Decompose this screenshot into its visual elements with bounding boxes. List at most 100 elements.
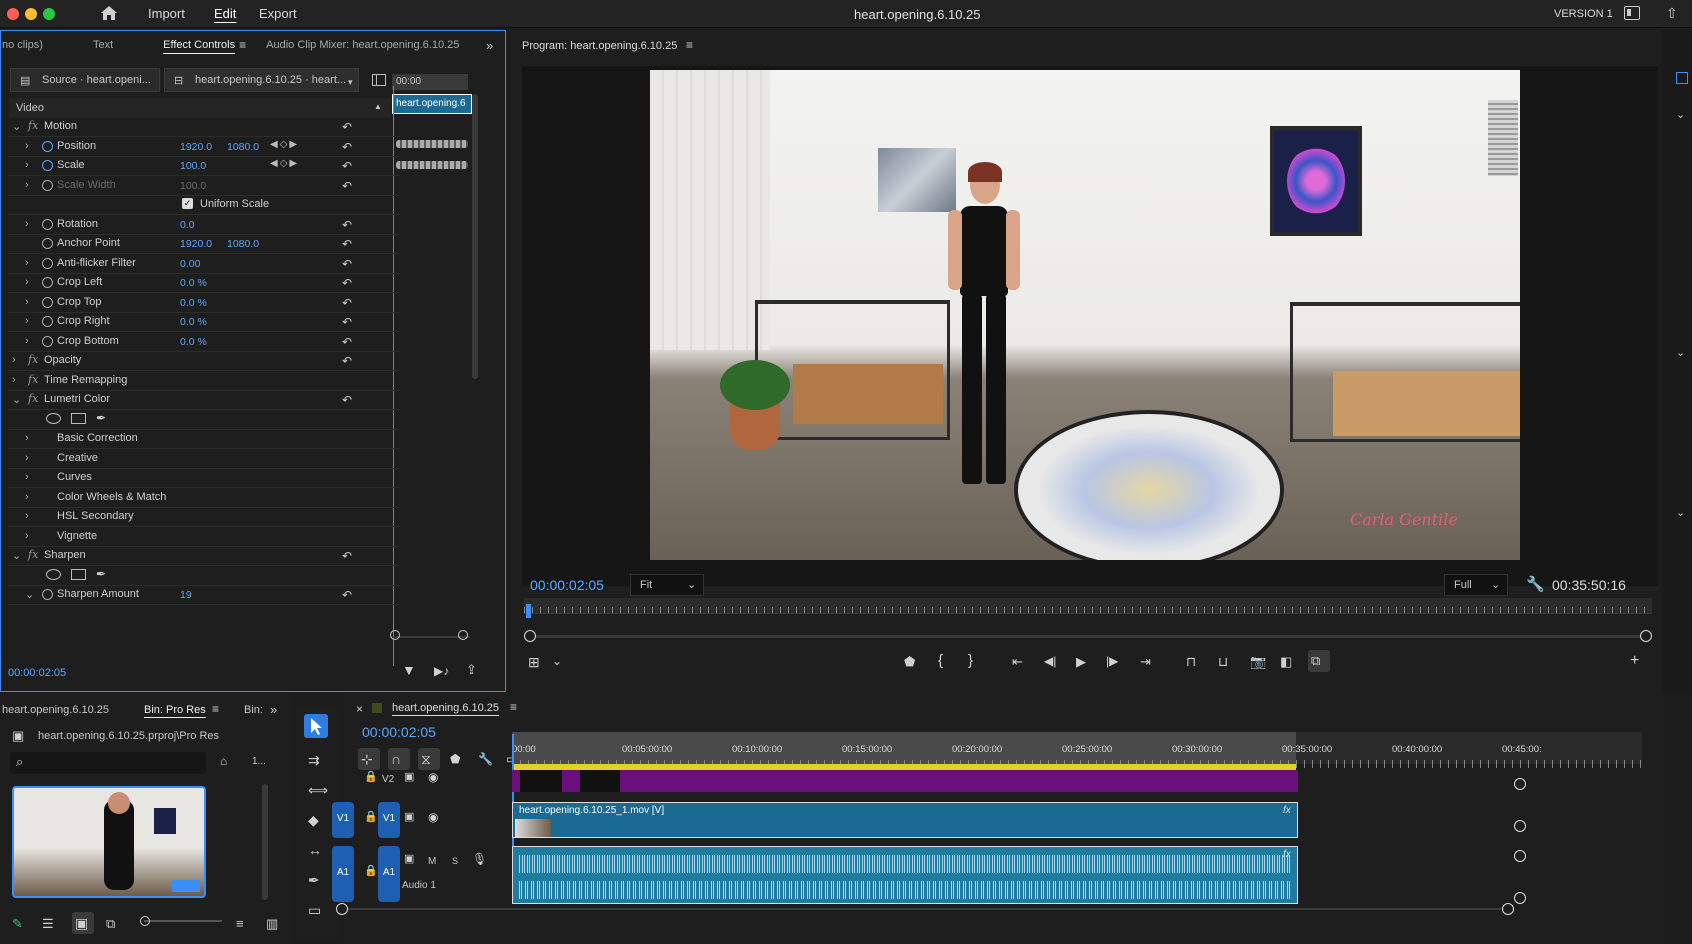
version-label[interactable]: VERSION 1 [1554,8,1613,20]
property-row[interactable]: ⌄ Sharpen Amount 19 ↶ [8,584,400,605]
a1-clip[interactable]: fx [512,846,1298,904]
position-keyframe-lane[interactable] [396,140,468,148]
lift-icon[interactable]: ⊓ [1186,654,1196,670]
tab-audio-clip-mixer[interactable]: Audio Clip Mixer: heart.opening.6.10.25 [246,39,469,51]
property-row[interactable]: › Crop Bottom 0.0 % ↶ [8,331,400,352]
a1-sync-icon[interactable]: ▣ [404,852,414,865]
fit-dropdown[interactable]: Fit ⌄ [630,574,704,596]
property-row[interactable]: ✒ [8,409,400,430]
property-value[interactable]: 0.0 % [180,316,207,328]
chevron-down-icon[interactable]: ⌄ [1676,346,1685,359]
workspace-icon[interactable] [1676,72,1688,84]
nest-toggle[interactable]: ⊹ [358,748,380,770]
v2-sync-icon[interactable]: ▣ [404,770,414,783]
selection-tool[interactable] [304,714,328,738]
property-value[interactable]: 1920.0 [180,141,212,153]
solo-button[interactable]: S [452,856,458,866]
stopwatch-icon[interactable] [42,160,53,171]
chevron-right-icon[interactable]: › [12,354,16,366]
ellipse-mask-icon[interactable] [46,568,61,580]
stopwatch-icon[interactable] [42,316,53,327]
v1-track-target[interactable]: V1 [378,802,400,838]
reset-icon[interactable]: ↶ [342,159,352,173]
video-frame[interactable]: Carla Gentile [650,70,1520,560]
uniform-scale-checkbox[interactable]: ✓ [182,198,193,209]
share-icon[interactable]: ⇧ [1666,5,1678,22]
property-row[interactable]: › fx Time Remapping [8,370,400,391]
property-value[interactable]: 0.0 % [180,336,207,348]
tab-menu-icon[interactable]: ≡ [239,38,246,52]
reset-icon[interactable]: ↶ [342,296,352,310]
property-row[interactable]: › Anti-flicker Filter 0.00 ↶ [8,253,400,274]
v2-lock-icon[interactable]: 🔒 [364,770,378,783]
add-button-icon[interactable]: + [1630,652,1639,670]
audio-vscroll-bottom[interactable] [1514,892,1526,904]
v1-clip[interactable]: heart.opening.6.10.25_1.mov [V] fx [512,802,1298,838]
property-row[interactable]: › HSL Secondary [8,506,400,527]
mini-ruler[interactable]: 00:00 [392,74,468,90]
rectangle-icon[interactable]: ▭ [308,902,321,919]
sequence-menu-icon[interactable]: ≡ [510,700,517,714]
chevron-right-icon[interactable]: › [25,159,29,171]
a1-source-patch[interactable]: A1 [332,846,354,902]
tab-bin[interactable]: Bin: [244,704,263,716]
fx-icon[interactable]: fx [28,392,38,405]
zoom-handle-right[interactable] [458,630,468,640]
v2-clip[interactable] [512,770,1298,792]
v1-sync-icon[interactable]: ▣ [404,810,414,823]
mark-in-icon[interactable]: { [938,652,943,669]
chevron-right-icon[interactable]: › [25,471,29,483]
toggle-timeline-icon[interactable] [372,74,386,86]
step-forward-icon[interactable]: |▶ [1106,654,1118,668]
reset-icon[interactable]: ↶ [342,393,352,407]
new-bin-icon[interactable]: ⌂ [220,754,227,768]
program-timecode[interactable]: 00:00:02:05 [530,577,604,593]
pen-mask-icon[interactable]: ✒ [96,567,111,581]
pencil-icon[interactable]: ✎ [12,916,23,932]
property-row[interactable]: › Scale 100.0 ◀◇▶ ↶ [8,155,400,176]
property-value-2[interactable]: 1080.0 [227,238,259,250]
dropdown-icon[interactable]: ▾ [348,68,359,92]
mini-clip[interactable]: heart.opening.6 [392,94,472,114]
menu-edit[interactable]: Edit [214,6,236,21]
scale-keyframe-lane[interactable] [396,161,468,169]
property-row[interactable]: ✓ Uniform Scale [8,194,400,215]
v1-lock-icon[interactable]: 🔒 [364,810,378,823]
pen-mask-icon[interactable]: ✒ [96,411,111,425]
reset-icon[interactable]: ↶ [342,276,352,290]
microphone-icon[interactable]: 🎙 [472,852,487,866]
stopwatch-icon[interactable] [42,179,53,191]
ec-timecode[interactable]: 00:00:02:05 [8,667,66,679]
chevron-down-icon[interactable]: ⌄ [1676,108,1685,121]
wrench-icon[interactable]: 🔧 [1526,575,1545,593]
chevron-right-icon[interactable]: › [25,530,29,542]
reset-icon[interactable]: ↶ [342,218,352,232]
reset-icon[interactable]: ↶ [342,354,352,368]
mute-button[interactable]: M [428,856,436,867]
property-row[interactable]: › fx Opacity ↶ [8,350,400,371]
property-value[interactable]: 19 [180,589,192,601]
camera-icon[interactable]: 📷 [1250,654,1266,670]
ripple-edit-icon[interactable]: ⟺ [308,782,328,799]
property-row[interactable]: › Basic Correction [8,428,400,449]
linked-selection-toggle[interactable]: ⧖ [418,748,440,770]
program-tab[interactable]: Program: heart.opening.6.10.25 [522,40,677,52]
chevron-right-icon[interactable]: › [12,374,16,386]
property-value[interactable]: 0.00 [180,258,200,270]
settings-icon[interactable]: ⊞ [528,654,540,671]
v2-eye-icon[interactable]: ◉ [428,770,438,784]
property-row[interactable]: › Rotation 0.0 ↶ [8,214,400,235]
stopwatch-icon[interactable] [42,257,53,269]
play-icon[interactable]: ▶ [1076,654,1086,670]
chevron-right-icon[interactable]: › [25,276,29,288]
chevron-right-icon[interactable]: › [25,257,29,269]
chevron-right-icon[interactable]: › [25,491,29,503]
collapse-up-icon[interactable]: ▲ [374,102,382,111]
chevron-right-icon[interactable]: › [25,432,29,444]
chevron-right-icon[interactable]: › [25,296,29,308]
property-value[interactable]: 0.0 % [180,277,207,289]
bin-menu-icon[interactable]: ≡ [212,702,219,716]
fx-icon[interactable]: fx [28,119,38,132]
chevron-down-icon[interactable]: ⌄ [552,654,562,668]
snap-toggle[interactable]: ∩ [388,748,410,770]
